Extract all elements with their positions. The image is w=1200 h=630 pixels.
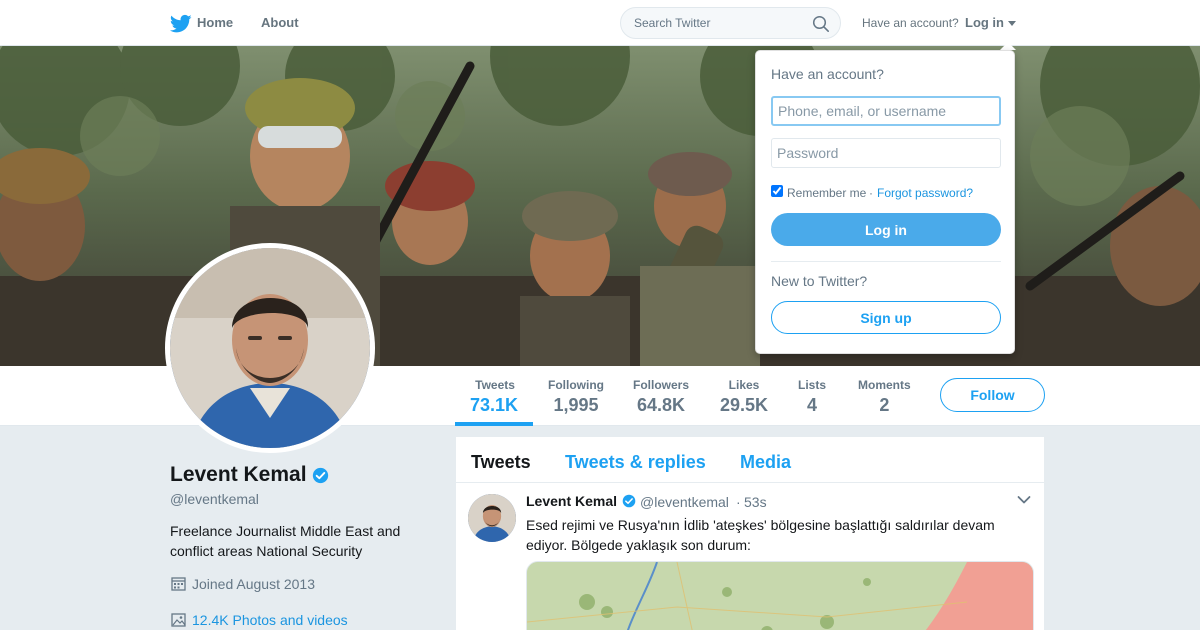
- tweet-avatar[interactable]: [468, 494, 516, 542]
- map-image: [527, 562, 1033, 630]
- stat-followers[interactable]: Followers 64.8K: [633, 378, 689, 416]
- password-field[interactable]: [771, 138, 1001, 168]
- avatar-photo: [170, 248, 370, 448]
- stat-following[interactable]: Following 1,995: [548, 378, 604, 416]
- tweet-text: Esed rejimi ve Rusya'nın İdlib 'ateşkes'…: [526, 517, 995, 553]
- chevron-down-icon[interactable]: [1017, 495, 1031, 505]
- profile-bio: Freelance Journalist Middle East and con…: [170, 523, 401, 559]
- active-tab-indicator: [455, 422, 533, 426]
- separator-dot: ·: [869, 186, 873, 200]
- dropdown-title: Have an account?: [771, 66, 884, 82]
- tweet-media-image[interactable]: [526, 561, 1034, 630]
- photo-icon: [171, 613, 186, 627]
- login-button[interactable]: Log in: [771, 213, 1001, 246]
- search-box[interactable]: Search Twitter: [620, 7, 841, 39]
- signup-button[interactable]: Sign up: [771, 301, 1001, 334]
- tweet-avatar-image: [468, 494, 516, 542]
- profile-handle[interactable]: @leventkemal: [170, 491, 259, 507]
- verified-badge-icon: [622, 494, 636, 508]
- tweet-author-handle[interactable]: @leventkemal: [640, 494, 729, 510]
- stat-lists[interactable]: Lists 4: [798, 378, 826, 416]
- stat-value: 1,995: [553, 395, 599, 415]
- profile-joined-date: Joined August 2013: [192, 576, 315, 592]
- timeline: Tweets Tweets & replies Media Levent Kem…: [456, 437, 1044, 630]
- profile-name[interactable]: Levent Kemal: [170, 463, 307, 487]
- new-to-twitter-text: New to Twitter?: [771, 273, 868, 289]
- stat-label: Following: [548, 378, 604, 392]
- tab-media[interactable]: Media: [740, 452, 791, 473]
- remember-me-checkbox[interactable]: [771, 185, 783, 197]
- stat-value: 64.8K: [636, 395, 686, 415]
- caret-down-icon[interactable]: [1008, 21, 1016, 26]
- stat-likes[interactable]: Likes 29.5K: [720, 378, 768, 416]
- stat-value: 73.1K: [470, 395, 519, 415]
- search-placeholder[interactable]: Search Twitter: [634, 16, 710, 30]
- stat-label: Likes: [728, 378, 760, 392]
- avatar-image: [170, 248, 370, 448]
- calendar-icon: [171, 577, 186, 591]
- username-field[interactable]: [771, 96, 1001, 126]
- search-icon[interactable]: [812, 15, 830, 33]
- tab-tweets[interactable]: Tweets: [471, 452, 531, 473]
- nav-about-link[interactable]: About: [261, 15, 299, 30]
- stat-value: 2: [879, 395, 890, 415]
- login-menu-link[interactable]: Log in: [965, 15, 1004, 30]
- login-dropdown: Have an account? Remember me · Forgot pa…: [755, 50, 1015, 354]
- tab-tweets-replies[interactable]: Tweets & replies: [565, 452, 706, 473]
- tweet-author-name[interactable]: Levent Kemal: [526, 493, 617, 509]
- stat-label: Followers: [633, 378, 690, 392]
- stat-value: 4: [807, 395, 818, 415]
- stat-value: 29.5K: [720, 395, 769, 415]
- forgot-password-link[interactable]: Forgot password?: [877, 186, 973, 200]
- stat-label: Moments: [858, 378, 911, 392]
- profile-avatar[interactable]: [165, 243, 375, 453]
- top-nav: Home About Search Twitter Have an accoun…: [0, 0, 1200, 46]
- tweet-timestamp[interactable]: 53s: [744, 494, 767, 510]
- photos-videos-link[interactable]: 12.4K Photos and videos: [192, 612, 348, 628]
- tweet-separator: ·: [736, 494, 741, 510]
- stat-moments[interactable]: Moments 2: [858, 378, 911, 416]
- stat-tweets[interactable]: Tweets 73.1K: [470, 378, 519, 416]
- remember-me-label[interactable]: Remember me: [787, 186, 866, 200]
- nav-home-link[interactable]: Home: [197, 15, 233, 30]
- follow-button[interactable]: Follow: [940, 378, 1045, 412]
- stat-label: Tweets: [475, 378, 515, 392]
- twitter-bird-icon[interactable]: [170, 14, 192, 34]
- timeline-tabs: Tweets Tweets & replies Media: [456, 437, 1044, 483]
- tweet[interactable]: Levent Kemal @leventkemal · 53s Esed rej…: [456, 483, 1044, 630]
- dropdown-divider: [771, 261, 1001, 262]
- have-account-text: Have an account?: [862, 16, 959, 30]
- verified-badge-icon: [312, 467, 329, 484]
- stat-label: Lists: [798, 378, 827, 392]
- dropdown-arrow: [1000, 42, 1016, 50]
